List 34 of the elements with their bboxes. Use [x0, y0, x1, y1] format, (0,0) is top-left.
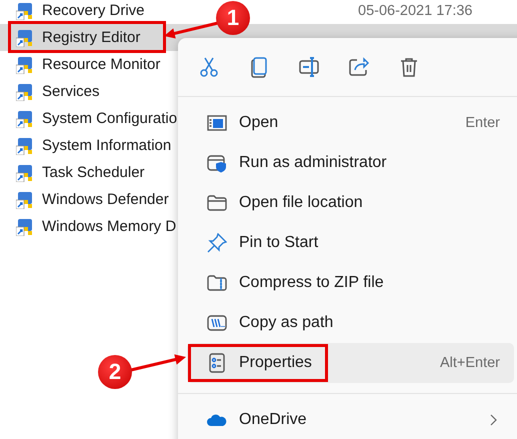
pin-icon: [207, 233, 227, 253]
app-shortcut-icon: [16, 164, 34, 182]
menu-item[interactable]: Copy as path: [187, 303, 514, 343]
app-shortcut-icon: [16, 218, 34, 236]
app-shortcut-icon: [16, 190, 34, 208]
menu-item[interactable]: Open file location: [187, 183, 514, 223]
properties-icon: [207, 353, 227, 373]
app-shortcut-icon: [16, 136, 34, 154]
folder-icon: [207, 193, 227, 213]
menu-item[interactable]: OneDrive: [187, 400, 514, 439]
path-icon: [207, 313, 227, 333]
app-shortcut-icon: [16, 82, 34, 100]
file-name[interactable]: Recovery Drive: [42, 2, 192, 19]
rename-icon[interactable]: [298, 56, 320, 78]
app-shortcut-icon: [16, 56, 34, 74]
scissors-icon[interactable]: [198, 56, 220, 78]
menu-item[interactable]: Pin to Start: [187, 223, 514, 263]
zip-folder-icon: [207, 273, 227, 293]
trash-icon[interactable]: [398, 56, 420, 78]
menu-item[interactable]: Run as administrator: [187, 143, 514, 183]
app-shortcut-icon: [16, 110, 34, 128]
menu-item[interactable]: Compress to ZIP file: [187, 263, 514, 303]
menu-item[interactable]: Properties Alt+Enter: [187, 343, 514, 383]
annotation-arrow: [164, 22, 218, 39]
cloud-icon: [207, 413, 227, 427]
step-number: 2: [98, 355, 132, 389]
share-icon[interactable]: [348, 56, 370, 78]
file-date: 05-06-2021 17:36: [358, 2, 472, 18]
step-number: 1: [216, 1, 250, 35]
annotation-arrow: [130, 354, 186, 372]
menu-item[interactable]: Open Enter: [187, 103, 514, 143]
app-shortcut-icon: [16, 28, 34, 46]
window-icon: [207, 113, 227, 133]
shield-window-icon: [207, 153, 227, 173]
